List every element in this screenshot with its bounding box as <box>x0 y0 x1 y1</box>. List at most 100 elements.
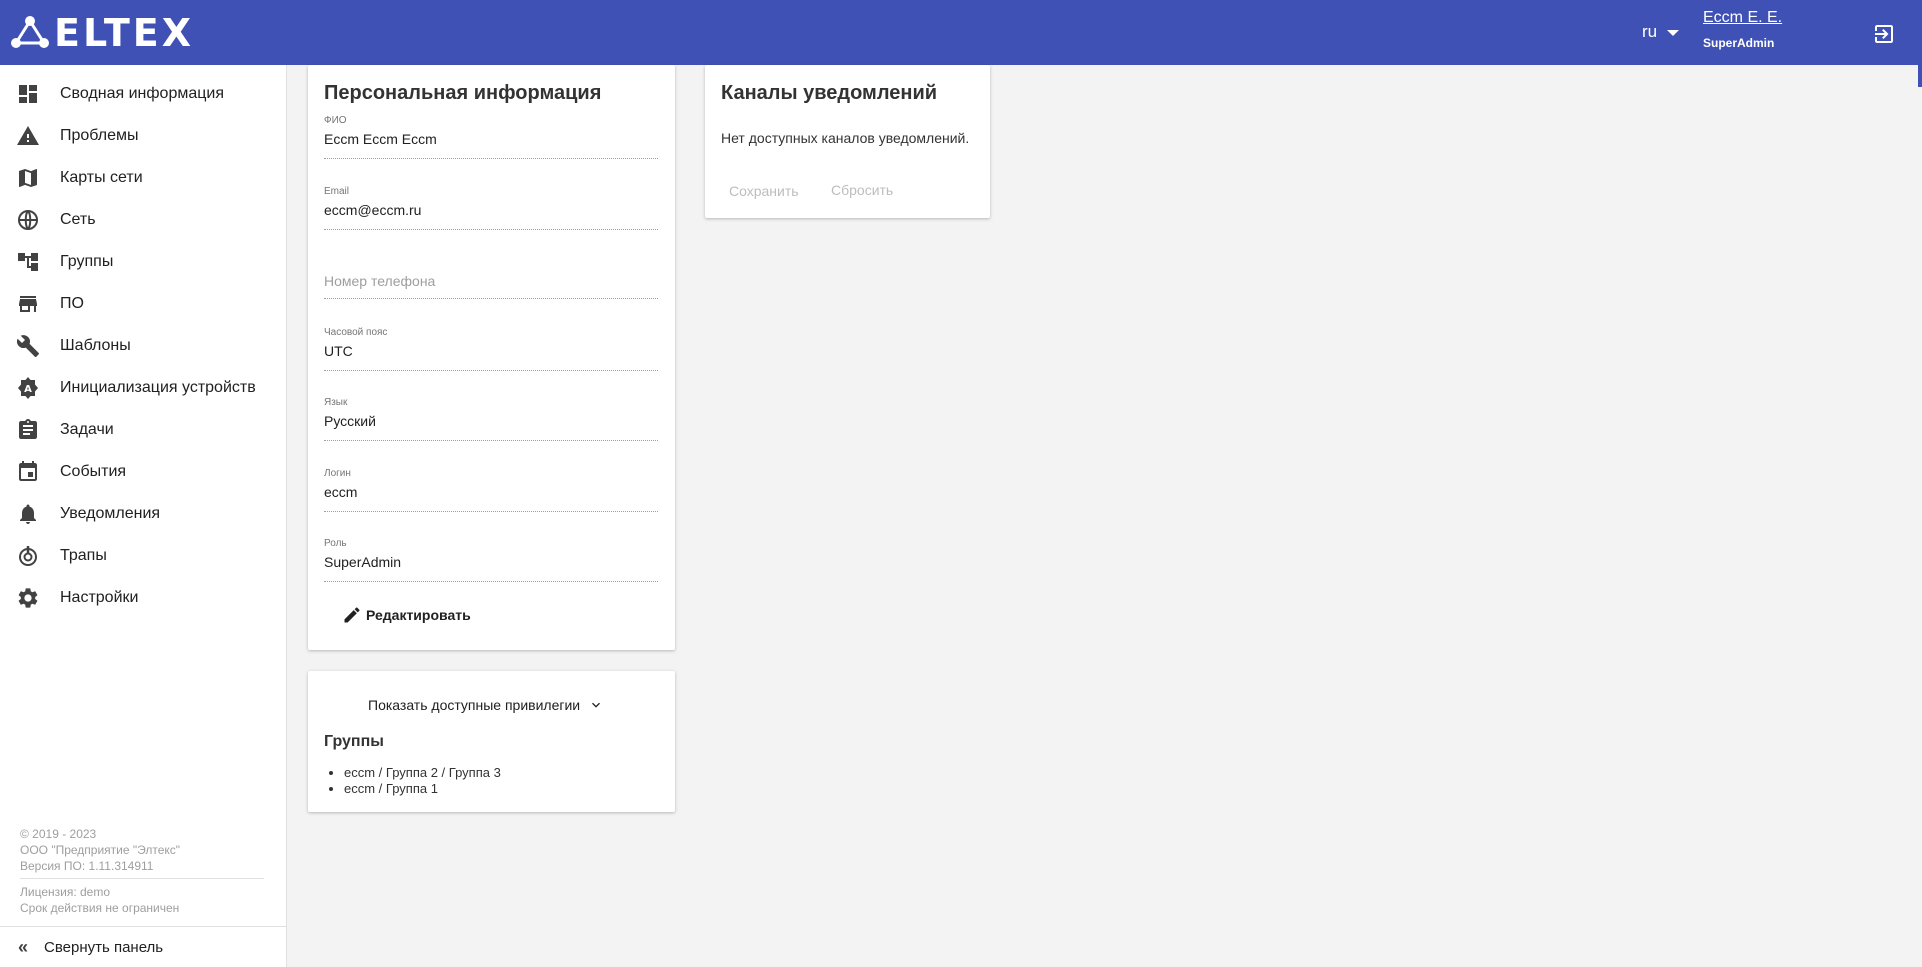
software-version: Версия ПО: 1.11.314911 <box>20 859 154 873</box>
personal-info-card: Персональная информация ФИО Eccm Eccm Ec… <box>308 65 675 650</box>
sidebar-item-problems[interactable]: Проблемы <box>0 115 286 157</box>
field-label: Язык <box>324 397 348 408</box>
field-value: eccm <box>324 484 358 500</box>
field-label: Роль <box>324 538 347 549</box>
tree-icon <box>18 253 38 271</box>
privileges-card: Показать доступные привилегии Группы ecc… <box>308 671 675 812</box>
scroll-indicator <box>1918 65 1922 87</box>
map-icon <box>19 169 37 187</box>
sidebar-item-templates[interactable]: Шаблоны <box>0 325 286 367</box>
footer-info: © 2019 - 2023 ООО "Предприятие "Элтекс" … <box>20 826 180 874</box>
field-value: eccm@eccm.ru <box>324 202 422 218</box>
sidebar-item-notifications[interactable]: Уведомления <box>0 493 286 535</box>
bell-icon <box>20 504 36 524</box>
sidebar: Сводная информация Проблемы Карты сети С… <box>0 65 287 967</box>
field-value: UTC <box>324 343 353 359</box>
sidebar-item-label: Трапы <box>60 547 107 564</box>
list-item: eccm / Группа 2 / Группа 3 <box>344 765 501 781</box>
field-value: Eccm Eccm Eccm <box>324 131 437 147</box>
badge-icon: A <box>18 377 38 399</box>
sidebar-item-traps[interactable]: Трапы <box>0 535 286 577</box>
sidebar-item-label: Настройки <box>60 589 139 606</box>
sidebar-item-label: Сеть <box>60 211 96 228</box>
field-label: Логин <box>324 468 351 479</box>
sidebar-item-events[interactable]: События <box>0 451 286 493</box>
dashboard-icon <box>19 85 37 103</box>
sidebar-item-device-init[interactable]: A Инициализация устройств <box>0 367 286 409</box>
no-channels-text: Нет доступных каналов уведомлений. <box>721 130 970 146</box>
notification-channels-title: Каналы уведомлений <box>721 82 938 104</box>
gear-icon <box>18 588 38 608</box>
clipboard-icon <box>19 419 37 439</box>
sidebar-item-label: Инициализация устройств <box>60 379 256 396</box>
sidebar-item-label: ПО <box>60 295 84 312</box>
pencil-icon <box>344 607 360 623</box>
field-value: SuperAdmin <box>324 554 402 570</box>
divider <box>20 878 264 879</box>
show-privileges-label: Показать доступные привилегии <box>368 697 581 713</box>
email-field[interactable]: Email eccm@eccm.ru <box>324 186 658 230</box>
sidebar-item-software[interactable]: ПО <box>0 283 286 325</box>
sidebar-item-tasks[interactable]: Задачи <box>0 409 286 451</box>
user-name-link[interactable]: Eccm E. E. <box>1703 9 1782 27</box>
sidebar-item-network-maps[interactable]: Карты сети <box>0 157 286 199</box>
svg-text:A: A <box>24 384 32 395</box>
timezone-field[interactable]: Часовой пояс UTC <box>324 327 658 371</box>
license-info: Лицензия: demo Срок действия не ограниче… <box>20 884 179 916</box>
collapse-panel-button[interactable]: « Свернуть панель <box>0 927 287 967</box>
logo-mark-icon <box>11 16 49 48</box>
sidebar-item-network[interactable]: Сеть <box>0 199 286 241</box>
field-placeholder: Номер телефона <box>324 273 436 289</box>
field-label: Часовой пояс <box>324 327 388 338</box>
user-role: SuperAdmin <box>1703 36 1775 50</box>
sidebar-item-label: Шаблоны <box>60 337 131 354</box>
field-value: Русский <box>324 413 376 429</box>
edit-button[interactable]: Редактировать <box>342 605 471 625</box>
phone-field[interactable]: Номер телефона <box>324 255 658 299</box>
sidebar-item-groups[interactable]: Группы <box>0 241 286 283</box>
field-label: Email <box>324 186 350 197</box>
caret-down-icon <box>1667 30 1680 36</box>
collapse-panel-label: Свернуть панель <box>44 938 164 956</box>
sidebar-item-label: Карты сети <box>60 169 143 186</box>
logout-icon[interactable] <box>1872 22 1896 46</box>
sidebar-item-label: Группы <box>60 253 114 270</box>
field-label: ФИО <box>324 115 347 126</box>
personal-info-title: Персональная информация <box>324 82 602 104</box>
groups-title: Группы <box>324 733 384 750</box>
globe-icon <box>18 210 38 230</box>
wrench-icon <box>16 335 39 357</box>
eltex-logo[interactable]: ELTEX <box>10 14 194 52</box>
list-item: eccm / Группа 1 <box>344 781 501 797</box>
sidebar-item-summary[interactable]: Сводная информация <box>0 73 286 115</box>
sidebar-item-settings[interactable]: Настройки <box>0 577 286 619</box>
store-icon <box>19 296 37 312</box>
language-value: ru <box>1642 22 1658 41</box>
show-privileges-toggle[interactable]: Показать доступные привилегии <box>368 697 604 713</box>
fio-field[interactable]: ФИО Eccm Eccm Eccm <box>324 115 658 159</box>
chevron-down-icon <box>592 702 601 708</box>
sidebar-item-label: Уведомления <box>60 505 161 522</box>
reset-button[interactable]: Сбросить <box>831 182 893 198</box>
language-select[interactable]: ru <box>1642 22 1680 42</box>
edit-label: Редактировать <box>366 607 471 623</box>
calendar-icon <box>19 461 37 481</box>
copyright: © 2019 - 2023 <box>20 827 97 841</box>
save-button[interactable]: Сохранить <box>729 183 799 199</box>
sidebar-item-label: Сводная информация <box>60 85 224 102</box>
notification-channels-card: Каналы уведомлений Нет доступных каналов… <box>705 65 990 218</box>
license-type: Лицензия: demo <box>20 885 111 899</box>
login-field[interactable]: Логин eccm <box>324 468 658 512</box>
license-expiry: Срок действия не ограничен <box>20 901 180 915</box>
trap-icon <box>19 546 37 566</box>
groups-list: eccm / Группа 2 / Группа 3 eccm / Группа… <box>344 765 501 797</box>
language-field[interactable]: Язык Русский <box>324 397 658 441</box>
logo-text: ELTEX <box>54 11 195 55</box>
user-info: Eccm E. E. SuperAdmin <box>1703 9 1782 50</box>
role-field[interactable]: Роль SuperAdmin <box>324 538 658 582</box>
chevrons-left-icon: « <box>18 936 29 957</box>
warning-icon <box>17 126 39 145</box>
sidebar-item-label: События <box>60 463 127 480</box>
company-name: ООО "Предприятие "Элтекс" <box>20 843 181 857</box>
sidebar-item-label: Задачи <box>60 421 114 438</box>
